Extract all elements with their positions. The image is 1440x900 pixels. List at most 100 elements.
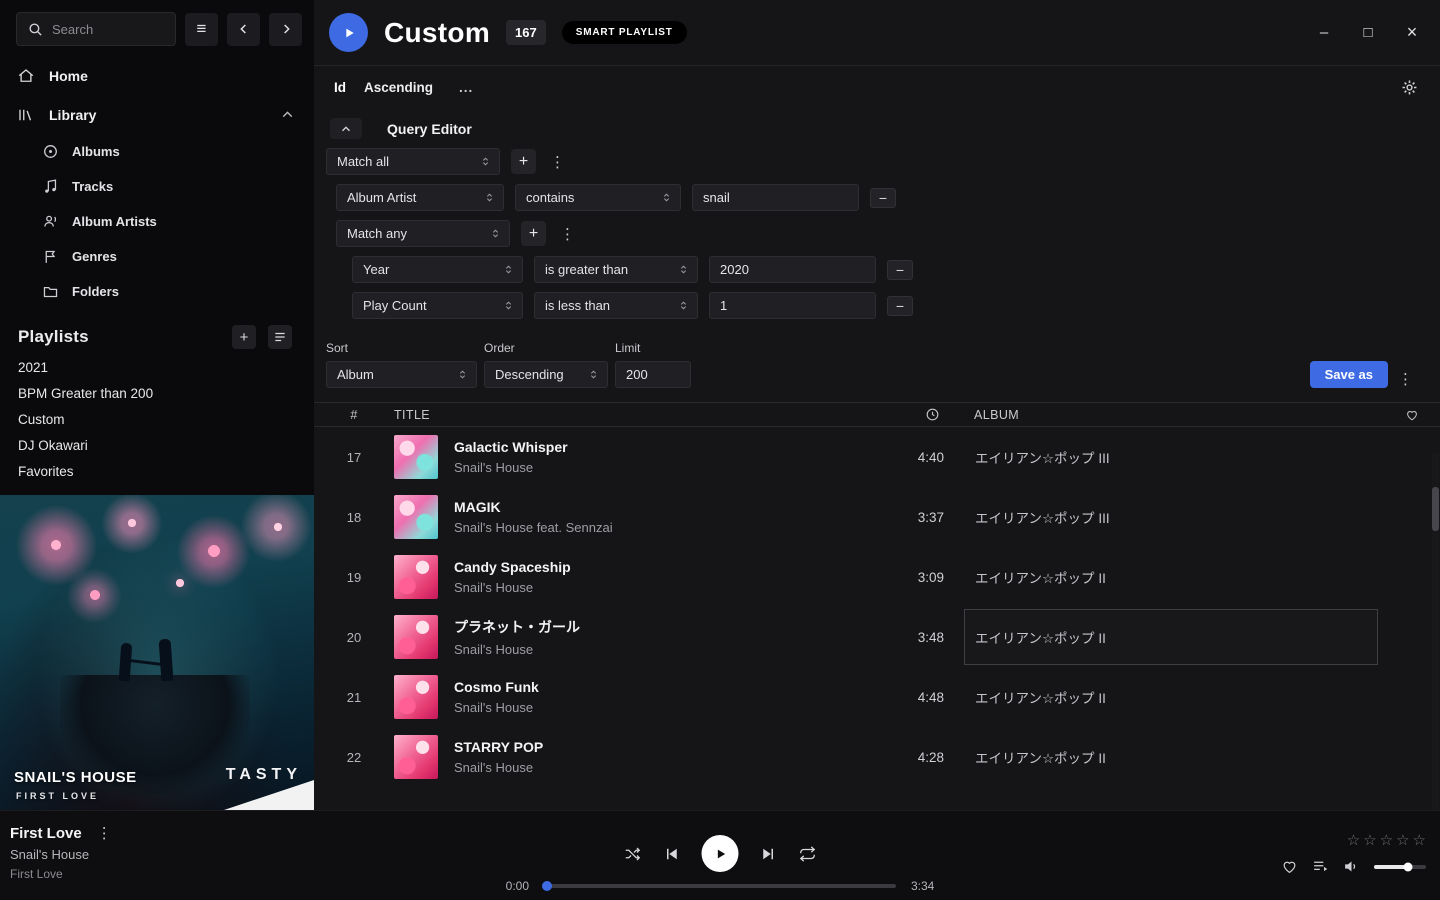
sidebar-item-tracks[interactable]: Tracks — [0, 169, 314, 204]
queue-button[interactable] — [1312, 858, 1329, 875]
track-row[interactable]: 18MAGIKSnail's House feat. Sennzai3:37エイ… — [314, 487, 1440, 547]
search-box[interactable] — [16, 12, 176, 46]
seek-bar[interactable] — [544, 884, 896, 888]
close-button[interactable]: × — [1390, 13, 1434, 53]
play-pause-button[interactable] — [702, 835, 739, 872]
track-album[interactable]: エイリアン☆ポップ II — [964, 669, 1378, 725]
updown-caret-icon — [587, 368, 600, 381]
playlist-item[interactable]: Favorites — [0, 459, 314, 485]
save-as-button[interactable]: Save as — [1310, 361, 1388, 388]
rule-operator-select[interactable]: is greater than — [534, 256, 698, 283]
sort-select[interactable]: Album — [326, 361, 477, 388]
rule-value-input[interactable] — [709, 292, 876, 319]
sidebar-item-home[interactable]: Home — [0, 56, 314, 95]
star-icon[interactable]: ☆ — [1347, 831, 1360, 849]
now-playing-artwork[interactable]: SNAIL'S HOUSE FIRST LOVE TASTY — [0, 495, 314, 810]
remove-rule-button[interactable]: − — [887, 260, 913, 280]
track-artist: Snail's House — [454, 700, 894, 715]
menu-button[interactable]: ≡ — [185, 13, 218, 46]
search-input[interactable] — [52, 22, 162, 37]
column-favorite[interactable] — [1405, 408, 1419, 422]
column-duration[interactable] — [925, 407, 974, 422]
sidebar-item-label: Library — [49, 107, 96, 123]
playlist-item[interactable]: DJ Okawari — [0, 433, 314, 459]
playlist-list-options-button[interactable] — [268, 325, 292, 349]
playlist-item[interactable]: 2021 — [0, 355, 314, 381]
more-options-button[interactable]: ... — [459, 80, 473, 95]
volume-button[interactable] — [1343, 858, 1360, 875]
group-menu-button[interactable]: ⋮ — [557, 225, 578, 243]
column-index[interactable]: # — [314, 408, 394, 422]
rule-operator-select[interactable]: is less than — [534, 292, 698, 319]
track-title: Cosmo Funk — [454, 679, 894, 695]
repeat-button[interactable] — [799, 845, 817, 863]
remove-rule-button[interactable]: − — [870, 188, 896, 208]
star-icon[interactable]: ☆ — [1380, 831, 1393, 849]
rating-stars[interactable]: ☆☆☆☆☆ — [1347, 831, 1426, 849]
track-album[interactable]: エイリアン☆ポップ II — [964, 729, 1378, 785]
play-icon — [712, 846, 728, 862]
rule-field-select[interactable]: Album Artist — [336, 184, 504, 211]
favorite-button[interactable] — [1281, 858, 1298, 875]
add-group-rule-button[interactable]: + — [521, 221, 546, 246]
add-rule-button[interactable]: + — [511, 149, 536, 174]
minimize-button[interactable]: – — [1302, 13, 1346, 53]
sort-field-button[interactable]: Id — [334, 80, 346, 95]
track-row[interactable]: 17Galactic WhisperSnail's House4:40エイリアン… — [314, 427, 1440, 487]
now-playing-info: First Love ⋮ Snail's House First Love — [10, 824, 115, 881]
play-playlist-button[interactable] — [329, 13, 368, 52]
shuffle-button[interactable] — [624, 845, 642, 863]
now-playing-menu-button[interactable]: ⋮ — [94, 824, 115, 842]
collapse-query-editor-button[interactable] — [330, 118, 362, 139]
rule-value-input[interactable] — [692, 184, 859, 211]
sort-direction-button[interactable]: Ascending — [364, 80, 433, 95]
chevron-up-icon[interactable] — [279, 106, 296, 123]
now-playing-artist: Snail's House — [10, 847, 115, 862]
sidebar-item-albums[interactable]: Albums — [0, 134, 314, 169]
volume-handle[interactable] — [1404, 862, 1413, 871]
previous-button[interactable] — [663, 845, 681, 863]
track-row[interactable]: 21Cosmo FunkSnail's House4:48エイリアン☆ポップ I… — [314, 667, 1440, 727]
track-row[interactable]: 19Candy SpaceshipSnail's House3:09エイリアン☆… — [314, 547, 1440, 607]
rule-menu-button[interactable]: ⋮ — [547, 153, 568, 171]
forward-button[interactable] — [269, 13, 302, 46]
match-mode-select[interactable]: Match all — [326, 148, 500, 175]
track-album[interactable]: エイリアン☆ポップ III — [964, 489, 1378, 545]
track-row[interactable]: 22STARRY POPSnail's House4:28エイリアン☆ポップ I… — [314, 727, 1440, 787]
remove-rule-button[interactable]: − — [887, 296, 913, 316]
group-match-mode-select[interactable]: Match any — [336, 220, 510, 247]
column-title[interactable]: TITLE — [394, 408, 894, 422]
star-icon[interactable]: ☆ — [1363, 831, 1376, 849]
playlist-item[interactable]: Custom — [0, 407, 314, 433]
track-number: 20 — [314, 630, 394, 645]
track-row[interactable]: 20プラネット・ガールSnail's House3:48エイリアン☆ポップ II — [314, 607, 1440, 667]
track-album[interactable]: エイリアン☆ポップ II — [964, 609, 1378, 665]
volume-slider[interactable] — [1374, 865, 1426, 869]
rule-operator-select[interactable]: contains — [515, 184, 681, 211]
column-album[interactable]: ALBUM — [974, 408, 1384, 422]
sidebar-item-label: Album Artists — [72, 214, 157, 229]
rule-field-select[interactable]: Year — [352, 256, 523, 283]
playlist-item[interactable]: BPM Greater than 200 — [0, 381, 314, 407]
sidebar-item-library[interactable]: Library — [0, 95, 314, 134]
minimize-icon: – — [1320, 24, 1328, 41]
save-menu-button[interactable]: ⋮ — [1395, 370, 1416, 388]
maximize-button[interactable]: □ — [1346, 13, 1390, 53]
sidebar-item-genres[interactable]: Genres — [0, 239, 314, 274]
track-album[interactable]: エイリアン☆ポップ III — [964, 429, 1378, 485]
sidebar-item-folders[interactable]: Folders — [0, 274, 314, 309]
add-playlist-button[interactable]: + — [232, 325, 256, 349]
star-icon[interactable]: ☆ — [1413, 831, 1426, 849]
order-select[interactable]: Descending — [484, 361, 608, 388]
star-icon[interactable]: ☆ — [1396, 831, 1409, 849]
limit-input[interactable] — [615, 361, 691, 388]
back-button[interactable] — [227, 13, 260, 46]
rule-value-input[interactable] — [709, 256, 876, 283]
settings-button[interactable] — [1401, 79, 1418, 96]
rule-field-select[interactable]: Play Count — [352, 292, 523, 319]
sidebar-item-album-artists[interactable]: Album Artists — [0, 204, 314, 239]
scrollbar-thumb[interactable] — [1432, 487, 1439, 531]
next-button[interactable] — [760, 845, 778, 863]
seek-handle[interactable] — [542, 881, 552, 891]
track-album[interactable]: エイリアン☆ポップ II — [964, 549, 1378, 605]
